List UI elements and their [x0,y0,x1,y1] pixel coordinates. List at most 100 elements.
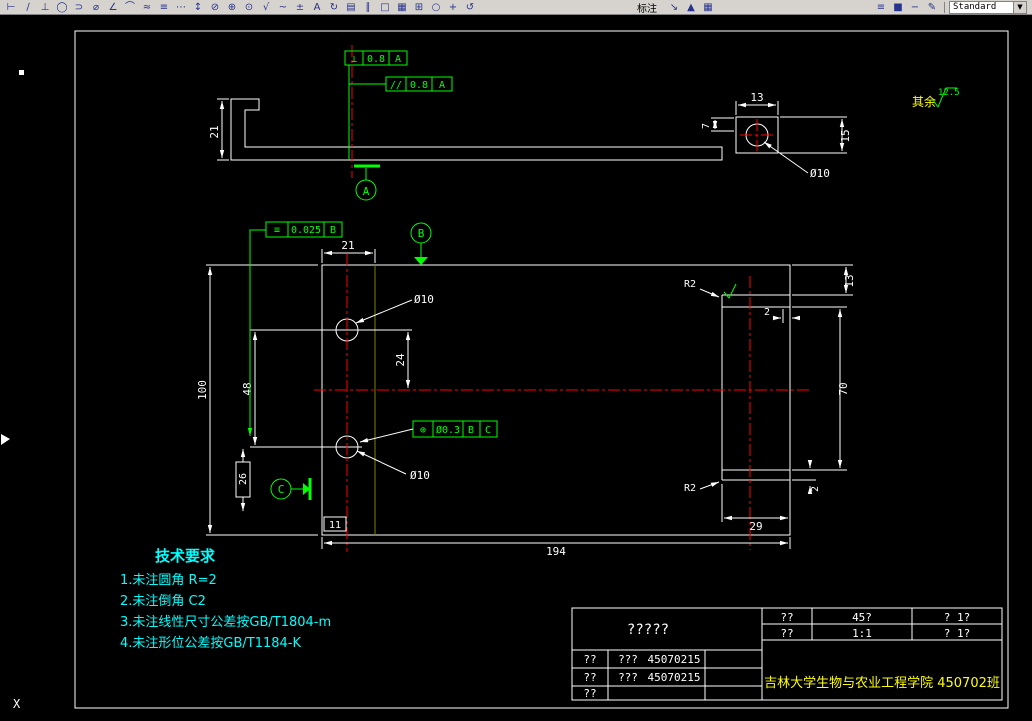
dim-15-label[interactable]: 15 [839,129,852,142]
surface-finish-rest-label[interactable]: 其余 [912,94,936,109]
dim-radius-icon[interactable]: ◯ [54,1,70,14]
dim-arc-length-icon[interactable]: ⌒ [122,1,138,14]
dim-edit-icon[interactable]: ± [292,1,308,14]
title-block-r1-extra[interactable]: ? 1? [944,611,971,624]
surface-finish-note[interactable]: 其余 12.5 [912,87,960,109]
title-block-organization[interactable]: 吉林大学生物与农业工程学院 450702班 [764,675,1000,691]
ortho-icon[interactable]: ∥ [360,1,376,14]
hole-dia-leader-top[interactable] [355,299,413,324]
title-block[interactable]: ????? ?? ??? 45070215 ?? ??? 45070215 ??… [571,607,1003,701]
dim-21-top-label[interactable]: 21 [341,239,354,252]
dim-7-label[interactable]: 7 [701,123,712,129]
datum-c-label[interactable]: C [278,483,285,496]
tech-req-item-3[interactable]: 3.未注线性尺寸公差按GB/T1804-m [120,615,331,630]
fcf-leader-lines[interactable] [348,65,386,160]
front-view-flange-lines[interactable] [721,294,790,481]
position-datum-2[interactable]: C [485,425,491,436]
linetype-icon[interactable]: − [907,1,923,14]
title-block-r1-value[interactable]: 45? [852,611,872,624]
symmetry-datum[interactable]: B [330,225,336,236]
zoom-realtime-icon[interactable]: ○ [428,1,444,14]
fillet-r2-top-leader[interactable] [699,288,720,298]
osnap-icon[interactable]: □ [377,1,393,14]
quick-dim-icon[interactable]: ≈ [139,1,155,14]
perpendicularity-datum[interactable]: A [395,54,401,65]
title-block-row1-doc[interactable]: ??? [618,653,638,666]
grid-icon[interactable]: ▦ [394,1,410,14]
perpendicularity-value[interactable]: 0.8 [367,54,385,65]
parallelism-value[interactable]: 0.8 [410,80,428,91]
redraw-icon[interactable]: ↺ [462,1,478,14]
dim-13-top-label[interactable]: 13 [750,91,763,104]
datum-b-triangle[interactable] [414,257,428,265]
position-datum-1[interactable]: B [468,425,474,436]
dim-70-label[interactable]: 70 [837,382,850,395]
dim-linear-icon[interactable]: ⊢ [3,1,19,14]
title-block-row1-label[interactable]: ?? [583,653,596,666]
dim-24-label[interactable]: 24 [394,353,407,367]
top-view-hole-centerlines[interactable] [740,119,774,151]
tech-req-item-4[interactable]: 4.未注形位公差按GB/T1184-K [120,636,301,651]
tolerance-icon[interactable]: ⊕ [224,1,240,14]
dim-13-right-label[interactable]: 13 [843,274,856,287]
tolerance-frames-top[interactable]: ⊥ 0.8 A // 0.8 A A [344,50,453,201]
title-block-r2-extra[interactable]: ? 1? [944,627,971,640]
hole-axis-lines[interactable] [250,329,412,448]
layer-color-icon[interactable]: ■ [890,1,906,14]
datum-identifier-icon[interactable]: ▲ [683,1,699,14]
fillet-r2-bottom-leader[interactable] [699,481,720,490]
symmetry-symbol[interactable]: ≡ [274,225,280,236]
dim-100-label[interactable]: 100 [196,380,209,400]
title-block-row1-number[interactable]: 45070215 [648,653,701,666]
dim-baseline-icon[interactable]: ≡ [156,1,172,14]
dim-ordinate-icon[interactable]: ⊥ [37,1,53,14]
center-mark-icon[interactable]: ⊙ [241,1,257,14]
dim-diameter-icon[interactable]: ⌀ [88,1,104,14]
fillet-r2-top-label[interactable]: R2 [684,279,696,290]
dim-7-ext[interactable] [711,117,734,132]
dim-break-icon[interactable]: ⊘ [207,1,223,14]
symmetry-value[interactable]: 0.025 [291,225,321,236]
leader-icon[interactable]: ↘ [666,1,682,14]
hole-dia-label-top[interactable]: Ø10 [414,293,434,306]
front-view-outline[interactable] [321,264,791,536]
title-block-r1-label[interactable]: ?? [780,611,793,624]
datum-a-label[interactable]: A [363,185,370,198]
parallelism-symbol[interactable]: // [390,80,402,91]
dim-29-ext[interactable] [721,484,791,522]
dim-2-bottom-label[interactable]: 2 [810,486,821,492]
dim-style-combo[interactable]: Standard ▼ [949,0,1027,14]
top-view-outline[interactable] [230,98,723,161]
dim-26-label[interactable]: 26 [238,473,249,485]
front-view[interactable]: 21 100 48 26 24 Ø10 Ø10 ⊕ Ø0.3 B C ≡ 0.0… [196,221,856,558]
dim-21-left-label[interactable]: 21 [208,125,221,138]
title-block-scale-label[interactable]: ?? [780,627,793,640]
perpendicularity-symbol[interactable]: ⊥ [351,54,357,65]
flange-finish-mark[interactable] [723,283,737,299]
surface-finish-value[interactable]: 12.5 [938,88,960,98]
symmetry-fcf-leader[interactable] [247,229,266,436]
table-icon[interactable]: ▦ [700,1,716,14]
pan-icon[interactable]: + [445,1,461,14]
tech-req-item-2[interactable]: 2.未注倒角 C2 [120,594,206,609]
combo-dropdown-icon[interactable]: ▼ [1013,1,1026,13]
title-block-row2-number[interactable]: 45070215 [648,671,701,684]
title-block-row2-label[interactable]: ?? [583,671,596,684]
title-block-row3-label[interactable]: ?? [583,687,596,700]
dim-text-edit-icon[interactable]: A [309,1,325,14]
dim-2-top-label[interactable]: 2 [764,307,770,318]
dim-100-ext[interactable] [206,264,318,536]
dim-style-icon[interactable]: ▤ [343,1,359,14]
position-value[interactable]: Ø0.3 [436,424,460,436]
zoom-window-icon[interactable]: ⊞ [411,1,427,14]
hole-dia-label-bottom[interactable]: Ø10 [410,469,430,482]
top-view[interactable]: 21 13 7 15 Ø10 [208,45,852,180]
technical-requirements[interactable]: 技术要求 1.未注圆角 R=2 2.未注倒角 C2 3.未注线性尺寸公差按GB/… [120,547,331,651]
dim-continue-icon[interactable]: ⋯ [173,1,189,14]
hole-dia-leader-top-view[interactable] [763,141,809,174]
tech-req-item-1[interactable]: 1.未注圆角 R=2 [120,573,217,588]
position-symbol[interactable]: ⊕ [420,425,426,436]
dim-2-top-ext[interactable] [782,309,791,323]
dim-11-label[interactable]: 11 [329,520,341,531]
position-fcf-leader[interactable] [359,428,414,443]
